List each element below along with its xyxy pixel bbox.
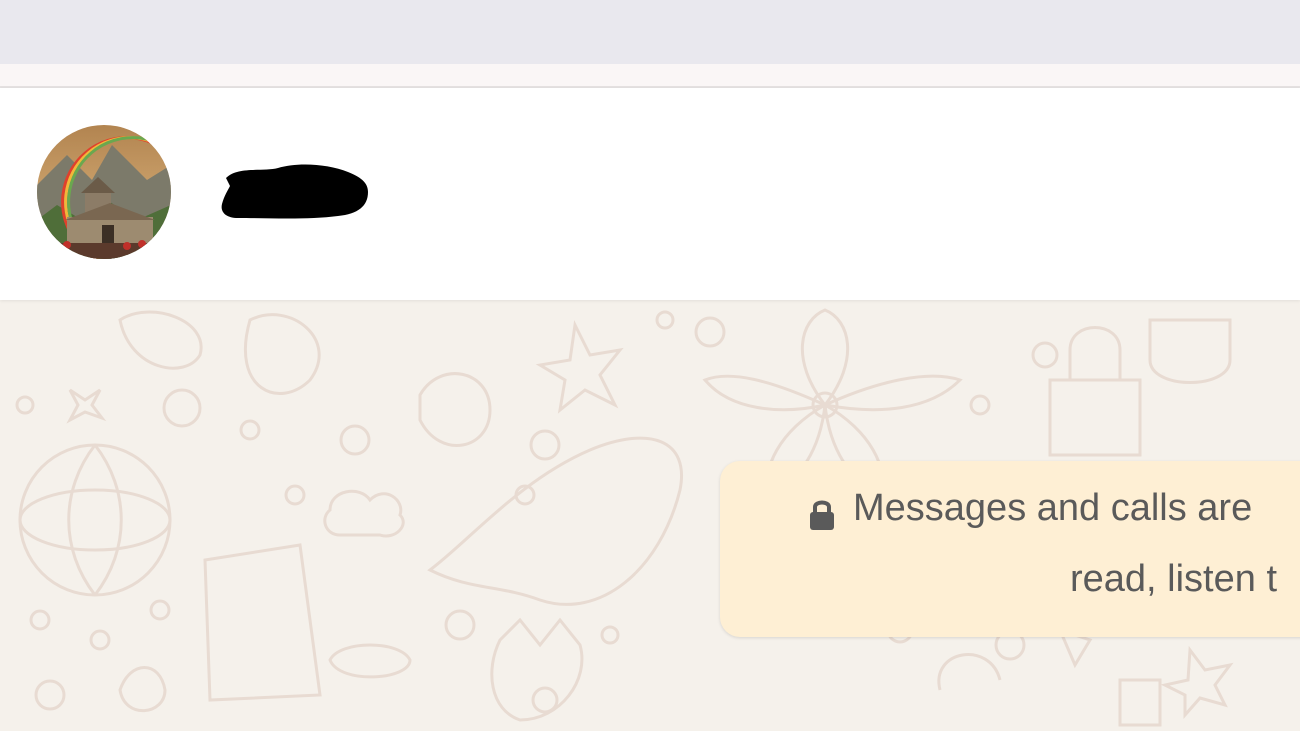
top-bar bbox=[0, 0, 1300, 64]
avatar[interactable] bbox=[37, 125, 171, 259]
sub-bar bbox=[0, 64, 1300, 88]
lock-icon bbox=[810, 500, 834, 530]
redaction-scribble bbox=[221, 164, 368, 219]
contact-name-redacted[interactable] bbox=[218, 158, 370, 222]
encryption-notice-line1: Messages and calls are bbox=[853, 487, 1253, 529]
chat-header[interactable] bbox=[0, 88, 1300, 300]
encryption-notice[interactable]: Messages and calls are read, listen t bbox=[720, 461, 1300, 637]
chat-area[interactable]: Messages and calls are read, listen t bbox=[0, 300, 1300, 731]
encryption-notice-line2: read, listen t bbox=[1070, 558, 1277, 600]
avatar-image bbox=[37, 125, 171, 259]
